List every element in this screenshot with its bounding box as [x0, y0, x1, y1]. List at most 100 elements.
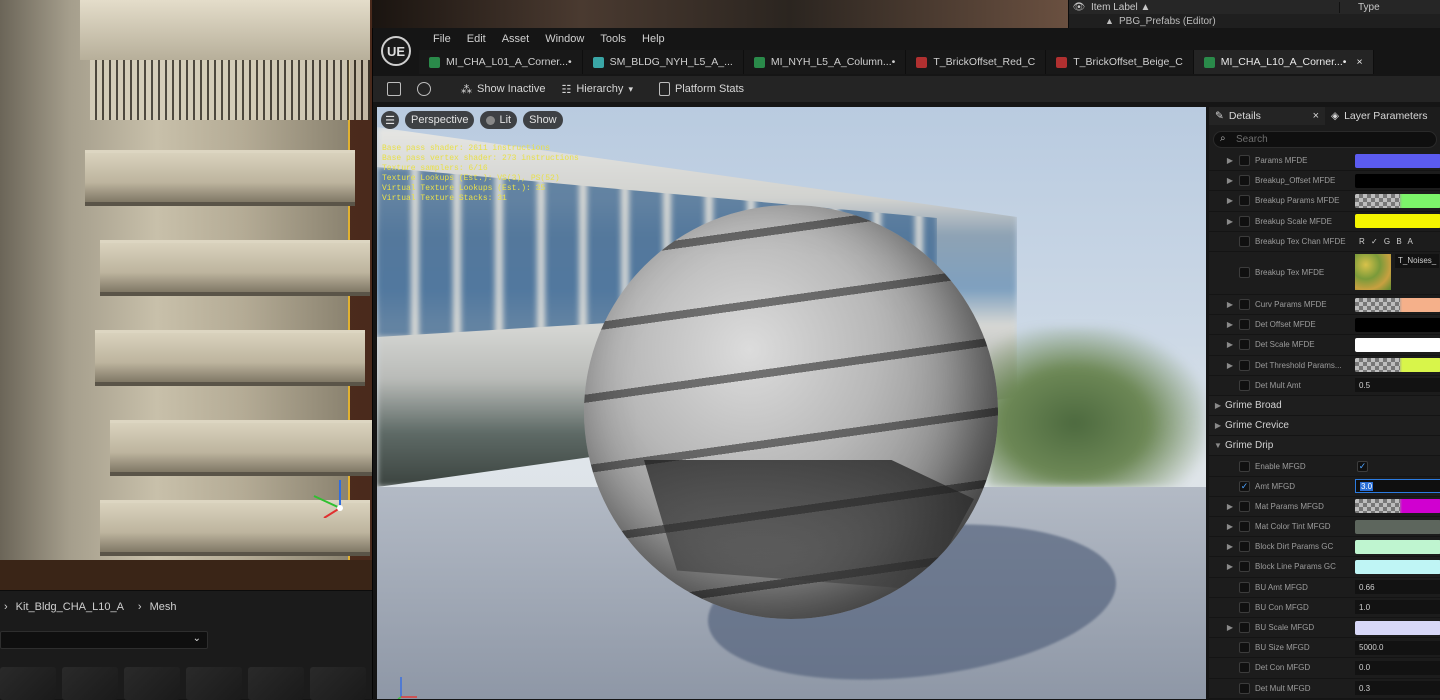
- color-swatch[interactable]: [1355, 317, 1440, 332]
- override-checkbox[interactable]: [1239, 460, 1250, 472]
- color-swatch[interactable]: [1355, 499, 1440, 514]
- override-checkbox[interactable]: [1239, 267, 1250, 279]
- chevron-right-icon[interactable]: ▶: [1211, 401, 1225, 410]
- override-checkbox[interactable]: [1239, 155, 1250, 167]
- texture-thumbnail[interactable]: [1355, 253, 1391, 290]
- unreal-logo-icon[interactable]: UE: [381, 36, 411, 66]
- column-type[interactable]: Type: [1339, 1, 1380, 13]
- chevron-down-icon[interactable]: ▼: [1211, 441, 1225, 450]
- property-row[interactable]: Det Mult MFGD 0.3: [1209, 678, 1440, 699]
- asset-thumbnail[interactable]: [62, 667, 118, 700]
- menu-help[interactable]: Help: [634, 31, 673, 47]
- menu-tools[interactable]: Tools: [592, 31, 634, 47]
- editor-tab[interactable]: SM_BLDG_NYH_L5_A_...: [582, 50, 744, 74]
- menu-window[interactable]: Window: [537, 31, 592, 47]
- hierarchy-button[interactable]: ☷ Hierarchy ▾: [553, 76, 640, 102]
- channel-toggles[interactable]: R ✓ G B A: [1355, 234, 1440, 248]
- editor-tab[interactable]: T_BrickOffset_Red_C: [906, 50, 1047, 74]
- show-inactive-button[interactable]: ⁂ Show Inactive: [453, 76, 553, 102]
- asset-thumbnail[interactable]: [124, 667, 180, 700]
- editor-tab[interactable]: MI_CHA_L10_A_Corner...• ×: [1193, 50, 1374, 74]
- tab-layer-parameters[interactable]: ◈ Layer Parameters: [1325, 107, 1434, 125]
- color-swatch[interactable]: [1355, 539, 1440, 554]
- property-row[interactable]: ▶ Block Dirt Params GC: [1209, 537, 1440, 558]
- property-row[interactable]: ▶ Breakup Params MFDE: [1209, 191, 1440, 212]
- property-row[interactable]: ✓ Amt MFGD 3.0: [1209, 476, 1440, 497]
- override-checkbox[interactable]: [1239, 662, 1250, 674]
- property-row[interactable]: BU Con MFGD 1.0: [1209, 597, 1440, 618]
- close-icon[interactable]: ×: [1356, 56, 1362, 68]
- color-swatch[interactable]: [1355, 214, 1440, 229]
- override-checkbox[interactable]: [1239, 561, 1250, 573]
- menu-edit[interactable]: Edit: [459, 31, 494, 47]
- expand-arrow-icon[interactable]: ▶: [1223, 196, 1237, 205]
- property-row[interactable]: ▶ Params MFDE: [1209, 151, 1440, 172]
- property-row[interactable]: Breakup Tex MFDE T_Noises_: [1209, 251, 1440, 295]
- close-icon[interactable]: ×: [1313, 110, 1319, 122]
- asset-thumbnail[interactable]: [248, 667, 304, 700]
- lit-button[interactable]: Lit: [480, 111, 518, 129]
- color-swatch[interactable]: [1355, 620, 1440, 635]
- property-row[interactable]: Det Con MFGD 0.0: [1209, 658, 1440, 679]
- property-row[interactable]: ▶ Det Offset MFDE: [1209, 315, 1440, 336]
- color-swatch[interactable]: [1355, 358, 1440, 373]
- numeric-field[interactable]: 1.0: [1355, 600, 1440, 615]
- override-checkbox[interactable]: [1239, 622, 1250, 634]
- category-row[interactable]: ▶ Grime Broad: [1209, 395, 1440, 417]
- color-swatch[interactable]: [1355, 193, 1440, 208]
- property-row[interactable]: ▶ Mat Params MFGD: [1209, 496, 1440, 517]
- viewport-menu-button[interactable]: ☰: [381, 111, 399, 129]
- asset-thumbnail[interactable]: [310, 667, 366, 700]
- property-row[interactable]: Det Mult Amt 0.5: [1209, 375, 1440, 396]
- level-viewport-background[interactable]: [0, 0, 372, 590]
- override-checkbox[interactable]: [1239, 642, 1250, 654]
- chevron-right-icon[interactable]: ▶: [1211, 421, 1225, 430]
- category-row[interactable]: ▶ Grime Crevice: [1209, 416, 1440, 437]
- expand-arrow-icon[interactable]: ▶: [1223, 623, 1237, 632]
- color-swatch[interactable]: [1355, 297, 1440, 312]
- perspective-button[interactable]: Perspective: [405, 111, 475, 129]
- numeric-field[interactable]: 0.66: [1355, 580, 1440, 595]
- preview-sphere[interactable]: [584, 205, 998, 619]
- numeric-field-active[interactable]: 3.0: [1355, 479, 1440, 494]
- expand-arrow-icon[interactable]: ▶: [1223, 562, 1237, 571]
- breadcrumb-item[interactable]: Mesh: [150, 601, 177, 613]
- override-checkbox[interactable]: [1239, 235, 1250, 247]
- tab-details[interactable]: ✎ Details ×: [1209, 107, 1325, 125]
- breadcrumb-item[interactable]: Kit_Bldg_CHA_L10_A: [16, 601, 124, 613]
- override-checkbox[interactable]: [1239, 319, 1250, 331]
- menu-asset[interactable]: Asset: [494, 31, 538, 47]
- property-row[interactable]: ▶ Det Threshold Params...: [1209, 355, 1440, 376]
- color-swatch[interactable]: [1355, 337, 1440, 352]
- override-checkbox[interactable]: [1239, 521, 1250, 533]
- expand-arrow-icon[interactable]: ▶: [1223, 300, 1237, 309]
- property-row[interactable]: ▶ Breakup_Offset MFDE: [1209, 171, 1440, 192]
- browse-button[interactable]: [409, 76, 439, 102]
- outliner-row[interactable]: ▲ PBG_Prefabs (Editor): [1069, 14, 1440, 28]
- override-checkbox[interactable]: [1239, 339, 1250, 351]
- override-checkbox[interactable]: [1239, 359, 1250, 371]
- color-swatch[interactable]: [1355, 559, 1440, 574]
- eye-icon[interactable]: 👁: [1069, 2, 1089, 13]
- override-checkbox[interactable]: [1239, 299, 1250, 311]
- override-checkbox[interactable]: [1239, 215, 1250, 227]
- editor-tab[interactable]: MI_CHA_L01_A_Corner...•: [419, 50, 583, 74]
- override-checkbox[interactable]: [1239, 601, 1250, 613]
- material-preview-viewport[interactable]: ☰ Perspective Lit Show Base pass shader:…: [377, 107, 1206, 699]
- property-row[interactable]: ▶ Mat Color Tint MFGD: [1209, 517, 1440, 538]
- menu-file[interactable]: File: [425, 31, 459, 47]
- numeric-field[interactable]: 0.5: [1355, 378, 1440, 393]
- override-checkbox[interactable]: [1239, 175, 1250, 187]
- numeric-field[interactable]: 0.0: [1355, 660, 1440, 675]
- color-swatch[interactable]: [1355, 173, 1440, 188]
- column-item-label[interactable]: Item Label ▲: [1089, 2, 1339, 13]
- expand-arrow-icon[interactable]: ▶: [1223, 522, 1237, 531]
- property-row[interactable]: ▶ Det Scale MFDE: [1209, 335, 1440, 356]
- show-button[interactable]: Show: [523, 111, 563, 129]
- color-swatch[interactable]: [1355, 519, 1440, 534]
- texture-picker[interactable]: T_Noises_: [1355, 253, 1440, 292]
- override-checkbox[interactable]: [1239, 195, 1250, 207]
- property-row[interactable]: Breakup Tex Chan MFDE R ✓ G B A: [1209, 231, 1440, 252]
- expand-arrow-icon[interactable]: ▶: [1223, 502, 1237, 511]
- override-checkbox[interactable]: [1239, 379, 1250, 391]
